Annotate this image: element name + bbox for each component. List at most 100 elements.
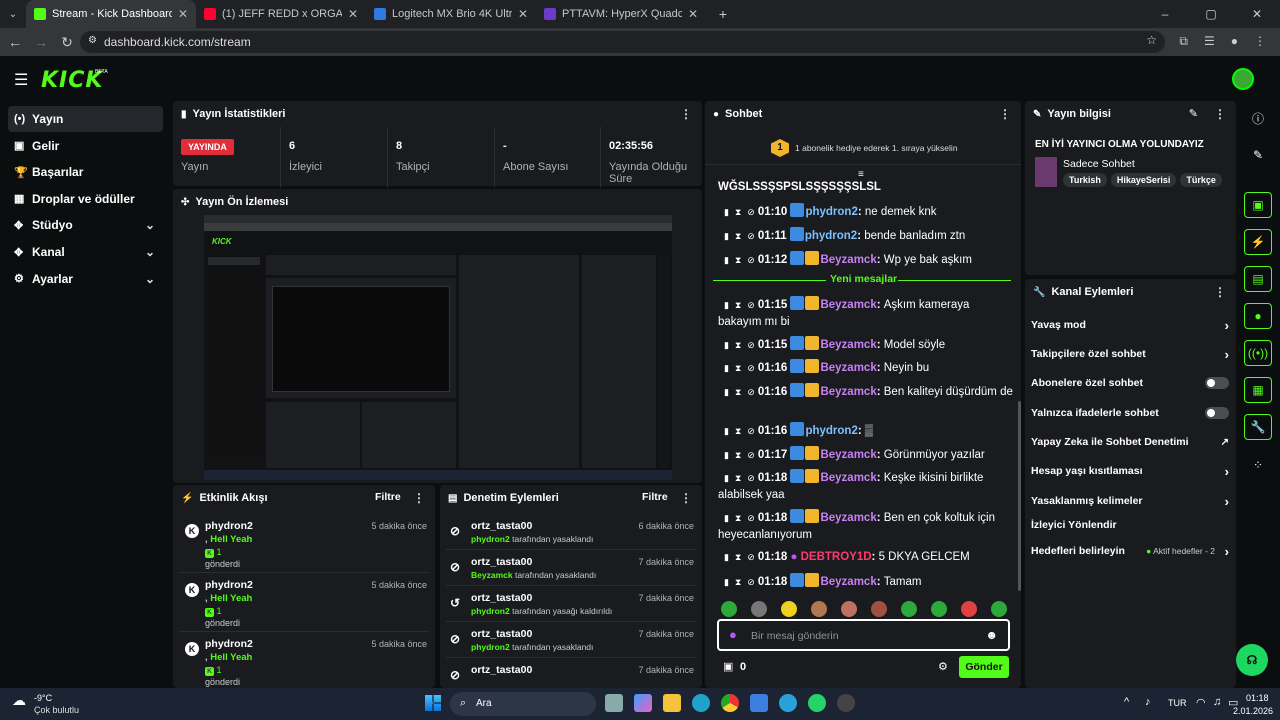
ban-user-icon[interactable]: ⊘ (747, 387, 755, 397)
sidebar-item[interactable]: ▣ Gelir (8, 133, 163, 159)
activity-filter-button[interactable]: Filtre (375, 491, 401, 503)
category-name[interactable]: Sadece Sohbet (1063, 158, 1135, 170)
tab-close-icon[interactable]: ✕ (518, 7, 528, 21)
delete-message-icon[interactable]: ▮ (724, 552, 729, 562)
clock-date[interactable]: 2.01.2026 (1233, 706, 1273, 716)
channel-action-row[interactable]: Yasaklanmış kelimeler › (1031, 491, 1229, 511)
chat-message[interactable]: ▮ ⧗ ⊘ 01:18 ● DEBTROY1D: 5 DKYA GELCEM (718, 549, 1013, 566)
delete-message-icon[interactable]: ▮ (724, 207, 729, 217)
layout-toggle-icon[interactable]: ▦ (1244, 377, 1272, 403)
tray-chevron-icon[interactable]: ^ (1124, 696, 1129, 708)
channel-action-row[interactable]: Yapay Zeka ile Sohbet Denetimi ↗ (1031, 432, 1229, 452)
chat-settings-icon[interactable]: ⚙ (938, 660, 948, 673)
timeout-icon[interactable]: ⧗ (735, 426, 741, 436)
chat-message[interactable]: ▮ ⧗ ⊘ 01:15 Beyzamck: Model söyle (718, 336, 1013, 354)
close-window-icon[interactable]: ✕ (1234, 7, 1280, 21)
browser-tab[interactable]: Logitech MX Brio 4K Ultra HD W ✕ (366, 0, 536, 28)
browser-tab[interactable]: PTTAVM: HyperX Quadcast Oyu ✕ (536, 0, 706, 28)
tag-chip[interactable]: HikayeSerisi (1110, 173, 1177, 187)
moderation-item[interactable]: ⊘ ortz_tasta00 7 dakika önce Beyzamck taraf… (446, 551, 696, 586)
tray-mic-icon[interactable]: ♪ (1145, 696, 1151, 708)
moderation-item[interactable]: ⊘ ortz_tasta00 7 dakika önce phydron2 taraf… (446, 623, 696, 658)
message-username[interactable]: Beyzamck (820, 512, 876, 524)
ban-user-icon[interactable]: ⊘ (747, 450, 755, 460)
message-username[interactable]: Beyzamck (820, 254, 876, 266)
whatsapp-icon[interactable] (808, 694, 826, 712)
ban-user-icon[interactable]: ⊘ (747, 207, 755, 217)
message-username[interactable]: Beyzamck (820, 449, 876, 461)
channel-action-row[interactable]: Takipçilere özel sohbet › (1031, 344, 1229, 364)
delete-message-icon[interactable]: ▮ (724, 577, 729, 587)
chat-message[interactable]: ▮ ⧗ ⊘ 01:15 Beyzamck: Aşkım kameraya bakayı… (718, 296, 1013, 331)
copilot-icon[interactable] (634, 694, 652, 712)
moderation-item[interactable]: ⊘ ortz_tasta00 7 dakika önce (446, 659, 696, 688)
timeout-icon[interactable]: ⧗ (735, 450, 741, 460)
back-icon[interactable]: ← (2, 34, 28, 50)
points-icon[interactable]: ▣ (723, 660, 733, 673)
minimize-icon[interactable]: – (1142, 7, 1188, 21)
wrench-toggle-icon[interactable]: 🔧 (1244, 414, 1272, 440)
channel-action-row[interactable]: İzleyici Yönlendir (1031, 515, 1229, 535)
emote-icon[interactable] (931, 601, 947, 617)
tab-close-icon[interactable]: ✕ (348, 7, 358, 21)
delete-message-icon[interactable]: ▮ (724, 426, 729, 436)
activity-item[interactable]: Kphydron2 5 dakika önce, Hell Yeah K 1 gönd… (179, 574, 429, 632)
bookmark-star-icon[interactable]: ☆ (1146, 33, 1157, 47)
chat-message[interactable]: ▮ ⧗ ⊘ 01:18 Beyzamck: Tamam (718, 573, 1013, 591)
category-thumbnail[interactable] (1035, 157, 1057, 187)
sidebar-item[interactable]: ⚙ Ayarlar ⌄ (8, 266, 163, 292)
delete-message-icon[interactable]: ▮ (724, 450, 729, 460)
site-info-icon[interactable]: ⚙ (88, 35, 97, 46)
toggle-switch[interactable] (1205, 377, 1229, 389)
taskbar-search[interactable]: ⌕ Ara (450, 692, 596, 716)
chat-message[interactable]: ▮ ⧗ ⊘ 01:16 phydron2: ▒ (718, 422, 1013, 440)
weather-icon[interactable]: ☁ (12, 692, 26, 709)
edge-icon[interactable] (692, 694, 710, 712)
ban-user-icon[interactable]: ⊘ (747, 340, 755, 350)
stream-preview-video[interactable]: KICK (204, 215, 672, 480)
emote-icon[interactable] (841, 601, 857, 617)
telegram-icon[interactable] (779, 694, 797, 712)
moderation-item[interactable]: ↺ ortz_tasta00 7 dakika önce phydron2 taraf… (446, 587, 696, 622)
support-chat-icon[interactable]: ☊ (1236, 644, 1268, 676)
chat-message[interactable]: ▮ ⧗ ⊘ 01:12 Beyzamck: Wp ye bak aşkım (718, 251, 1013, 269)
chat-filter-icon[interactable]: ≡ (858, 169, 864, 180)
activity-menu-icon[interactable]: ⋮ (413, 491, 425, 505)
timeout-icon[interactable]: ⧗ (735, 255, 741, 265)
mic-icon[interactable]: ● (729, 627, 737, 642)
timeout-icon[interactable]: ⧗ (735, 340, 741, 350)
browser-tab[interactable]: (1) JEFF REDD x ORGANİZE ✕ (196, 0, 366, 28)
delete-message-icon[interactable]: ▮ (724, 363, 729, 373)
sidebar-item[interactable]: ✥ Kanal ⌄ (8, 239, 163, 265)
channel-action-row[interactable]: Hesap yaşı kısıtlaması › (1031, 461, 1229, 481)
channel-actions-menu-icon[interactable]: ⋮ (1214, 285, 1226, 299)
user-avatar[interactable] (1232, 68, 1254, 90)
chat-message[interactable]: ▮ ⧗ ⊘ 01:18 Beyzamck: Ben en çok koltuk içi… (718, 509, 1013, 544)
emote-icon[interactable] (721, 601, 737, 617)
new-tab-button[interactable]: + (710, 6, 736, 22)
broadcast-toggle-icon[interactable]: ((•)) (1244, 340, 1272, 366)
delete-message-icon[interactable]: ▮ (724, 340, 729, 350)
emote-icon[interactable] (811, 601, 827, 617)
activity-item[interactable]: Kphydron2 5 dakika önce, Hell Yeah K 1 gönd… (179, 633, 429, 688)
chat-message[interactable]: ▮ ⧗ ⊘ 01:16 Beyzamck: Ben kaliteyi düşürdüm… (718, 383, 1013, 401)
reading-list-icon[interactable]: ☰ (1204, 34, 1215, 49)
message-username[interactable]: Beyzamck (820, 362, 876, 374)
ban-user-icon[interactable]: ⊘ (747, 363, 755, 373)
browser-tab[interactable]: Stream - Kick Dashboard ✕ (26, 0, 196, 28)
sidebar-item[interactable]: ✥ Stüdyo ⌄ (8, 212, 163, 238)
chat-scrollbar[interactable] (1018, 401, 1021, 591)
tab-close-icon[interactable]: ✕ (688, 7, 698, 21)
timeout-icon[interactable]: ⧗ (735, 552, 741, 562)
delete-message-icon[interactable]: ▮ (724, 231, 729, 241)
chat-input[interactable]: ● Bir mesaj gönderin ☻ (717, 619, 1010, 651)
pencil-icon[interactable]: ✎ (1244, 142, 1272, 168)
chat-message[interactable]: ▮ ⧗ ⊘ 01:11 phydron2: bende banladım ztn (718, 227, 1013, 245)
maximize-icon[interactable]: ▢ (1188, 7, 1234, 21)
chat-toggle-icon[interactable]: ● (1244, 303, 1272, 329)
chat-message[interactable]: ▮ ⧗ ⊘ 01:17 Beyzamck: Görünmüyor yazılar (718, 446, 1013, 464)
info-icon[interactable]: ⓘ (1244, 105, 1272, 131)
message-username[interactable]: phydron2 (805, 206, 857, 218)
activity-item[interactable]: Kphydron2 5 dakika önce, Hell Yeah K 1 gönd… (179, 515, 429, 573)
chat-message[interactable]: ▮ ⧗ ⊘ 01:18 Beyzamck: Keşke ikisini birlikt… (718, 469, 1013, 504)
